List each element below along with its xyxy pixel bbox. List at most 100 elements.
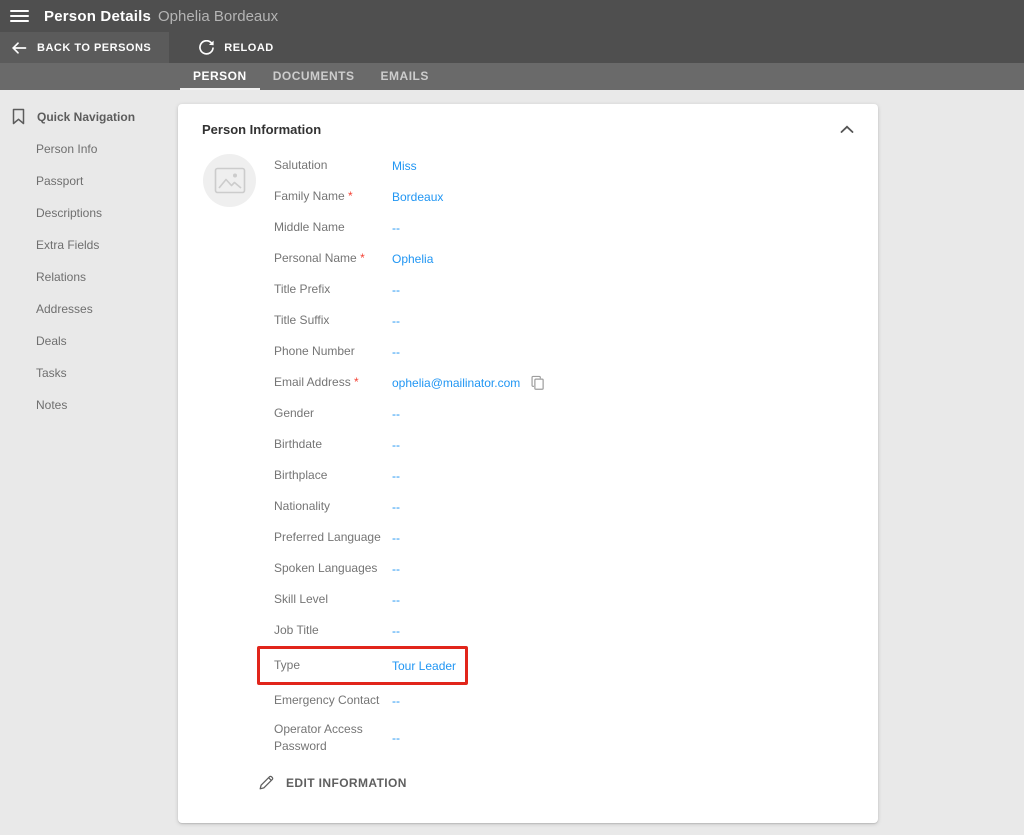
- menu-icon[interactable]: [10, 10, 29, 22]
- sidebar-item[interactable]: Extra Fields: [0, 229, 178, 261]
- card-header: Person Information: [178, 104, 878, 150]
- field-row: Middle Name * --: [274, 212, 878, 243]
- field-label: Type *: [274, 657, 392, 674]
- back-arrow-icon: [11, 40, 27, 56]
- field-label-text: Salutation: [274, 157, 328, 172]
- field-label: Birthdate *: [274, 436, 392, 453]
- field-label: Gender *: [274, 405, 392, 422]
- sidebar-item[interactable]: Relations: [0, 261, 178, 293]
- sidebar-item-label: Tasks: [36, 366, 67, 380]
- sidebar-item[interactable]: Descriptions: [0, 197, 178, 229]
- field-value-text: --: [392, 499, 400, 514]
- field-value-text: --: [392, 592, 400, 607]
- chevron-up-icon[interactable]: [840, 125, 854, 134]
- quick-navigation-title: Quick Navigation: [37, 109, 136, 124]
- field-label-text: Spoken Languages: [274, 560, 378, 575]
- sidebar-item[interactable]: Person Info: [0, 133, 178, 165]
- field-value-text: --: [392, 731, 400, 745]
- reload-button[interactable]: RELOAD: [181, 32, 291, 63]
- field-label-text: Birthplace: [274, 467, 328, 482]
- field-label-text: Emergency Contact: [274, 692, 380, 707]
- field-value: --: [392, 283, 400, 297]
- field-row: Birthdate * --: [274, 429, 878, 460]
- bookmark-icon: [11, 108, 26, 125]
- person-information-card: Person Information Salutation * Miss: [178, 104, 878, 823]
- tab-person[interactable]: PERSON: [180, 63, 260, 90]
- sidebar-item[interactable]: Passport: [0, 165, 178, 197]
- sidebar-item-label: Addresses: [36, 302, 93, 316]
- quick-navigation-sidebar: Quick Navigation Person Info Passport De…: [0, 100, 178, 421]
- field-value: Miss: [392, 159, 417, 173]
- field-row: Birthplace * --: [274, 460, 878, 491]
- edit-button-label: EDIT INFORMATION: [286, 776, 407, 790]
- back-to-persons-button[interactable]: BACK TO PERSONS: [0, 32, 170, 63]
- sidebar-item-label: Passport: [36, 174, 84, 188]
- field-label: Nationality *: [274, 498, 392, 515]
- field-value-text: --: [392, 468, 400, 483]
- app-header: Person Details Ophelia Bordeaux: [0, 0, 1024, 32]
- required-asterisk: *: [354, 374, 359, 389]
- tab-emails[interactable]: EMAILS: [368, 63, 442, 90]
- field-value: --: [392, 221, 400, 235]
- sidebar-item-label: Extra Fields: [36, 238, 100, 252]
- field-label-text: Type: [274, 657, 301, 672]
- sidebar-item-label: Notes: [36, 398, 68, 412]
- field-label: Phone Number *: [274, 343, 392, 360]
- field-label-text: Title Suffix: [274, 312, 330, 327]
- pencil-icon: [258, 775, 274, 791]
- field-label: Spoken Languages *: [274, 560, 392, 577]
- field-label: Salutation *: [274, 157, 392, 174]
- field-value: ophelia@mailinator.com: [392, 375, 545, 391]
- field-value: --: [392, 562, 400, 576]
- field-value: Tour Leader: [392, 659, 456, 673]
- field-label-text: Phone Number: [274, 343, 355, 358]
- tab-bar: PERSON DOCUMENTS EMAILS: [0, 63, 1024, 90]
- page-subtitle: Ophelia Bordeaux: [158, 7, 279, 25]
- field-row: Title Suffix * --: [274, 305, 878, 336]
- field-value: --: [392, 531, 400, 545]
- field-row: Title Prefix * --: [274, 274, 878, 305]
- field-value: --: [392, 345, 400, 359]
- field-label-text: Personal Name: [274, 250, 357, 265]
- field-label: Email Address *: [274, 374, 392, 391]
- field-row: Phone Number * --: [274, 336, 878, 367]
- field-value-text: ophelia@mailinator.com: [392, 375, 521, 390]
- fields-list: Salutation * Miss Family Name * Bordeaux: [257, 150, 878, 760]
- sidebar-item[interactable]: Tasks: [0, 357, 178, 389]
- action-bar: BACK TO PERSONS RELOAD: [0, 32, 1024, 63]
- sidebar-item-label: Descriptions: [36, 206, 103, 220]
- card-body: Salutation * Miss Family Name * Bordeaux: [178, 150, 878, 796]
- field-row: Emergency Contact * --: [274, 685, 878, 716]
- field-label-text: Title Prefix: [274, 281, 331, 296]
- field-value-text: --: [392, 282, 400, 297]
- sidebar-item-label: Deals: [36, 334, 67, 348]
- sidebar-item[interactable]: Deals: [0, 325, 178, 357]
- field-label-text: Email Address: [274, 374, 351, 389]
- field-label-text: Nationality: [274, 498, 331, 513]
- copy-icon[interactable]: [530, 375, 545, 391]
- person-details-page: { "header": { "title": "Person Details",…: [0, 0, 1024, 835]
- sidebar-item[interactable]: Addresses: [0, 293, 178, 325]
- field-value: --: [392, 500, 400, 514]
- field-row: Email Address * ophelia@mailinator.com: [274, 367, 878, 398]
- tab-documents[interactable]: DOCUMENTS: [260, 63, 368, 90]
- field-value: --: [392, 407, 400, 421]
- field-row: Preferred Language * --: [274, 522, 878, 553]
- field-label: Family Name *: [274, 188, 392, 205]
- field-value: --: [392, 731, 400, 745]
- field-value: --: [392, 438, 400, 452]
- quick-navigation-header: Quick Navigation: [0, 100, 178, 133]
- field-value-text: Tour Leader: [392, 658, 457, 673]
- reload-icon: [199, 40, 215, 55]
- sidebar-item-label: Person Info: [36, 142, 98, 156]
- field-value-text: Miss: [392, 158, 417, 173]
- field-value: --: [392, 593, 400, 607]
- field-label: Personal Name *: [274, 250, 392, 267]
- field-value-text: --: [392, 561, 400, 576]
- field-label: Birthplace *: [274, 467, 392, 484]
- field-value: Bordeaux: [392, 190, 443, 204]
- field-value: --: [392, 624, 400, 638]
- edit-information-button[interactable]: EDIT INFORMATION: [258, 775, 407, 791]
- sidebar-item[interactable]: Notes: [0, 389, 178, 421]
- required-asterisk: *: [360, 250, 365, 265]
